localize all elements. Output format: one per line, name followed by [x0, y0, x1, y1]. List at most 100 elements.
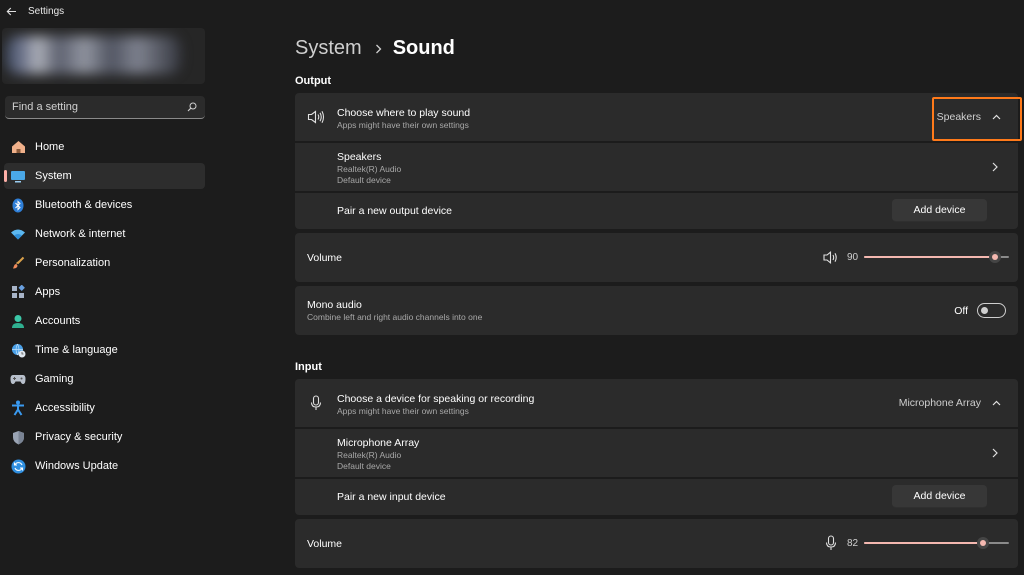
toggle-knob [981, 307, 988, 314]
choose-input-row[interactable]: Choose a device for speaking or recordin… [295, 379, 1018, 428]
output-device-name: Speakers [337, 151, 382, 163]
slider-fill [864, 256, 995, 258]
add-input-device-button[interactable]: Add device [892, 485, 987, 508]
sidebar-item-personalization[interactable]: Personalization [4, 250, 205, 276]
output-volume-card: Volume 90 [295, 233, 1018, 282]
add-output-device-button[interactable]: Add device [892, 199, 987, 222]
sidebar-item-label: Time & language [35, 344, 118, 356]
accounts-icon [10, 313, 26, 329]
choose-output-title: Choose where to play sound [337, 107, 471, 119]
title-bar: Settings [0, 0, 1024, 22]
input-device-card: Choose a device for speaking or recordin… [295, 379, 1018, 515]
pair-input-text: Pair a new input device [337, 491, 446, 504]
sidebar-item-accessibility[interactable]: Accessibility [4, 395, 205, 421]
speaker-volume-icon[interactable] [823, 250, 839, 264]
choose-input-text: Choose a device for speaking or recordin… [337, 393, 534, 417]
input-device-dropdown[interactable]: Microphone Array [899, 397, 1001, 409]
output-volume-control: 90 [823, 250, 1009, 264]
output-device-text: Speakers Realtek(R) Audio Default device [337, 151, 401, 186]
choose-input-subtitle: Apps might have their own settings [337, 406, 469, 416]
breadcrumb-parent[interactable]: System [295, 37, 362, 60]
output-volume-label: Volume [307, 252, 343, 264]
page-title: Sound [392, 37, 455, 59]
sidebar-item-label: Gaming [35, 373, 74, 385]
sidebar-item-label: System [35, 170, 72, 182]
output-device-row[interactable]: Speakers Realtek(R) Audio Default device [295, 143, 1018, 191]
sidebar-item-time-language[interactable]: Time & language [4, 337, 205, 363]
shield-icon [10, 429, 26, 445]
app-title: Settings [28, 5, 65, 17]
mono-audio-subtitle: Combine left and right audio channels in… [307, 312, 483, 322]
search-box[interactable]: Find a setting [5, 96, 205, 119]
back-arrow-icon [6, 7, 16, 15]
pair-input-row: Pair a new input device Add device [295, 479, 1018, 515]
microphone-icon [307, 394, 325, 412]
sidebar-item-accounts[interactable]: Accounts [4, 308, 205, 334]
home-icon [10, 139, 26, 155]
output-device-card: Choose where to play sound Apps might ha… [295, 93, 1018, 229]
speaker-icon [307, 108, 325, 126]
input-volume-card: Volume 82 [295, 519, 1018, 568]
mono-audio-state: Off [954, 304, 968, 317]
update-icon [10, 458, 26, 474]
user-profile[interactable] [2, 28, 205, 84]
input-device-row[interactable]: Microphone Array Realtek(R) Audio Defaul… [295, 429, 1018, 477]
input-selected-device: Microphone Array [898, 397, 981, 409]
input-volume-label: Volume [307, 538, 343, 550]
pair-output-text: Pair a new output device [337, 205, 452, 218]
sidebar-item-label: Home [35, 141, 65, 153]
sidebar-item-windows-update[interactable]: Windows Update [4, 453, 205, 479]
choose-output-text: Choose where to play sound Apps might ha… [337, 107, 470, 131]
slider-thumb[interactable] [976, 537, 989, 549]
sidebar-item-bluetooth[interactable]: Bluetooth & devices [4, 192, 205, 218]
input-volume-control: 82 [825, 535, 1009, 551]
sidebar-item-gaming[interactable]: Gaming [4, 366, 205, 392]
mono-audio-text: Mono audio Combine left and right audio … [307, 299, 482, 323]
input-volume-slider[interactable] [864, 536, 1009, 550]
sidebar-item-network[interactable]: Network & internet [4, 221, 205, 247]
sidebar-nav: Home System Bluetooth & devices Network … [0, 134, 215, 482]
sidebar-item-label: Network & internet [35, 228, 126, 240]
apps-icon [10, 284, 26, 300]
input-device-driver: Realtek(R) Audio [337, 450, 402, 460]
mono-audio-title: Mono audio [307, 299, 362, 311]
output-volume-slider[interactable] [864, 250, 1009, 264]
breadcrumb: System Sound [295, 37, 455, 60]
avatar [6, 36, 181, 74]
sidebar-item-home[interactable]: Home [4, 134, 205, 160]
slider-fill [864, 542, 983, 544]
choose-output-row[interactable]: Choose where to play sound Apps might ha… [295, 93, 1018, 142]
back-button[interactable] [2, 0, 20, 22]
output-volume-value: 90 [847, 251, 859, 263]
globe-clock-icon [10, 342, 26, 358]
input-volume-value: 82 [847, 537, 859, 549]
sidebar-item-system[interactable]: System [4, 163, 205, 189]
brush-icon [10, 255, 26, 271]
highlight-box [932, 97, 1022, 141]
chevron-right-icon [990, 161, 1000, 173]
chevron-up-icon [992, 400, 1001, 406]
slider-thumb[interactable] [988, 251, 1001, 263]
sidebar-item-label: Accessibility [35, 402, 95, 414]
sidebar-item-label: Privacy & security [35, 431, 123, 443]
input-device-status: Default device [337, 461, 391, 471]
output-device-status: Default device [337, 175, 391, 185]
sidebar: Find a setting Home System Bluetooth & d… [0, 22, 215, 575]
mono-audio-toggle-group: Off [954, 303, 1006, 318]
input-device-name: Microphone Array [337, 437, 420, 449]
mono-audio-card: Mono audio Combine left and right audio … [295, 286, 1018, 335]
output-device-driver: Realtek(R) Audio [337, 164, 402, 174]
pair-input-label: Pair a new input device [337, 491, 446, 503]
mono-audio-toggle[interactable] [977, 303, 1006, 318]
wifi-icon [10, 226, 26, 242]
choose-input-title: Choose a device for speaking or recordin… [337, 393, 535, 405]
pair-output-row: Pair a new output device Add device [295, 193, 1018, 229]
sidebar-item-privacy[interactable]: Privacy & security [4, 424, 205, 450]
search-input[interactable]: Find a setting [12, 101, 78, 113]
sidebar-item-label: Personalization [35, 257, 111, 269]
sidebar-item-apps[interactable]: Apps [4, 279, 205, 305]
sidebar-item-label: Accounts [35, 315, 81, 327]
sidebar-item-label: Windows Update [35, 460, 119, 472]
microphone-volume-icon[interactable] [825, 535, 837, 551]
choose-output-subtitle: Apps might have their own settings [337, 120, 469, 130]
